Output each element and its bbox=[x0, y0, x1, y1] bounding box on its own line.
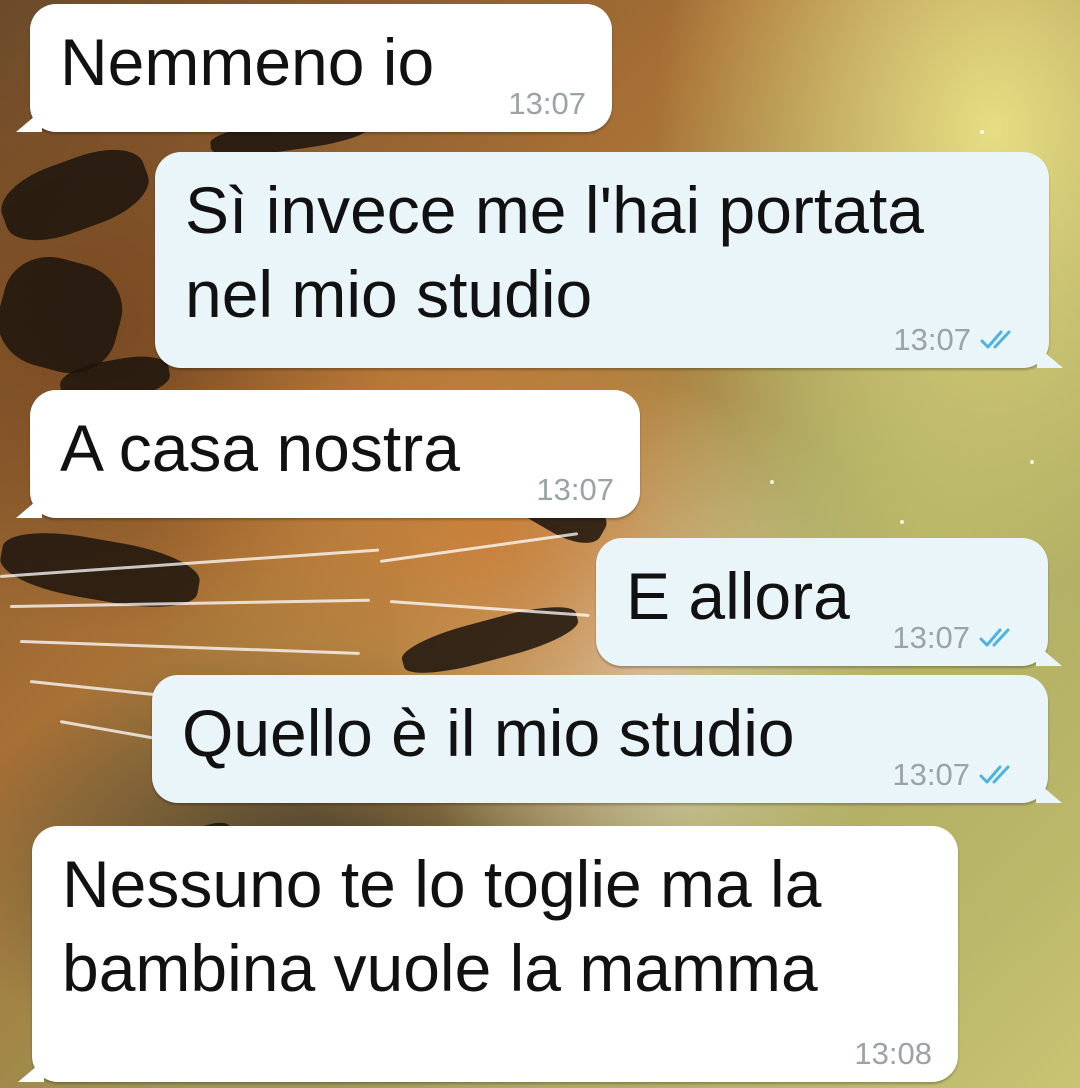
message-time: 13:07 bbox=[893, 322, 971, 357]
message-bubble-incoming[interactable]: Nessuno te lo toglie ma la bambina vuole… bbox=[18, 826, 958, 1082]
message-bubble-outgoing[interactable]: Quello è il mio studio 13:07 bbox=[152, 675, 1062, 803]
bubble-tail bbox=[16, 496, 42, 518]
message-meta: 13:07 bbox=[892, 757, 1022, 793]
message-time: 13:07 bbox=[892, 620, 970, 655]
message-text: Nemmeno io bbox=[60, 25, 435, 99]
message-bubble-outgoing[interactable]: E allora 13:07 bbox=[596, 538, 1062, 666]
message-text: Nessuno te lo toglie ma la bambina vuole… bbox=[62, 847, 822, 1005]
bubble-tail bbox=[18, 1060, 44, 1082]
message-text: Sì invece me l'hai portata nel mio studi… bbox=[185, 173, 924, 331]
message-time: 13:07 bbox=[892, 757, 970, 792]
bubble-tail bbox=[1036, 781, 1062, 803]
message-meta: 13:08 bbox=[854, 1036, 932, 1072]
message-bubble-incoming[interactable]: A casa nostra 13:07 bbox=[16, 390, 640, 518]
read-double-check-icon bbox=[980, 330, 1011, 349]
bubble-tail bbox=[16, 110, 42, 132]
read-double-check-icon bbox=[979, 628, 1010, 647]
message-meta: 13:07 bbox=[536, 472, 614, 508]
message-text: A casa nostra bbox=[60, 411, 460, 485]
message-time: 13:08 bbox=[854, 1036, 932, 1071]
message-meta: 13:07 bbox=[893, 322, 1023, 358]
message-bubble-incoming[interactable]: Nemmeno io 13:07 bbox=[16, 4, 612, 132]
message-time: 13:07 bbox=[536, 472, 614, 507]
message-time: 13:07 bbox=[508, 86, 586, 121]
message-meta: 13:07 bbox=[508, 86, 586, 122]
bubble-tail bbox=[1036, 644, 1062, 666]
bubble-tail bbox=[1037, 346, 1063, 368]
message-bubble-outgoing[interactable]: Sì invece me l'hai portata nel mio studi… bbox=[155, 152, 1063, 368]
read-double-check-icon bbox=[979, 765, 1010, 784]
message-meta: 13:07 bbox=[892, 620, 1022, 656]
